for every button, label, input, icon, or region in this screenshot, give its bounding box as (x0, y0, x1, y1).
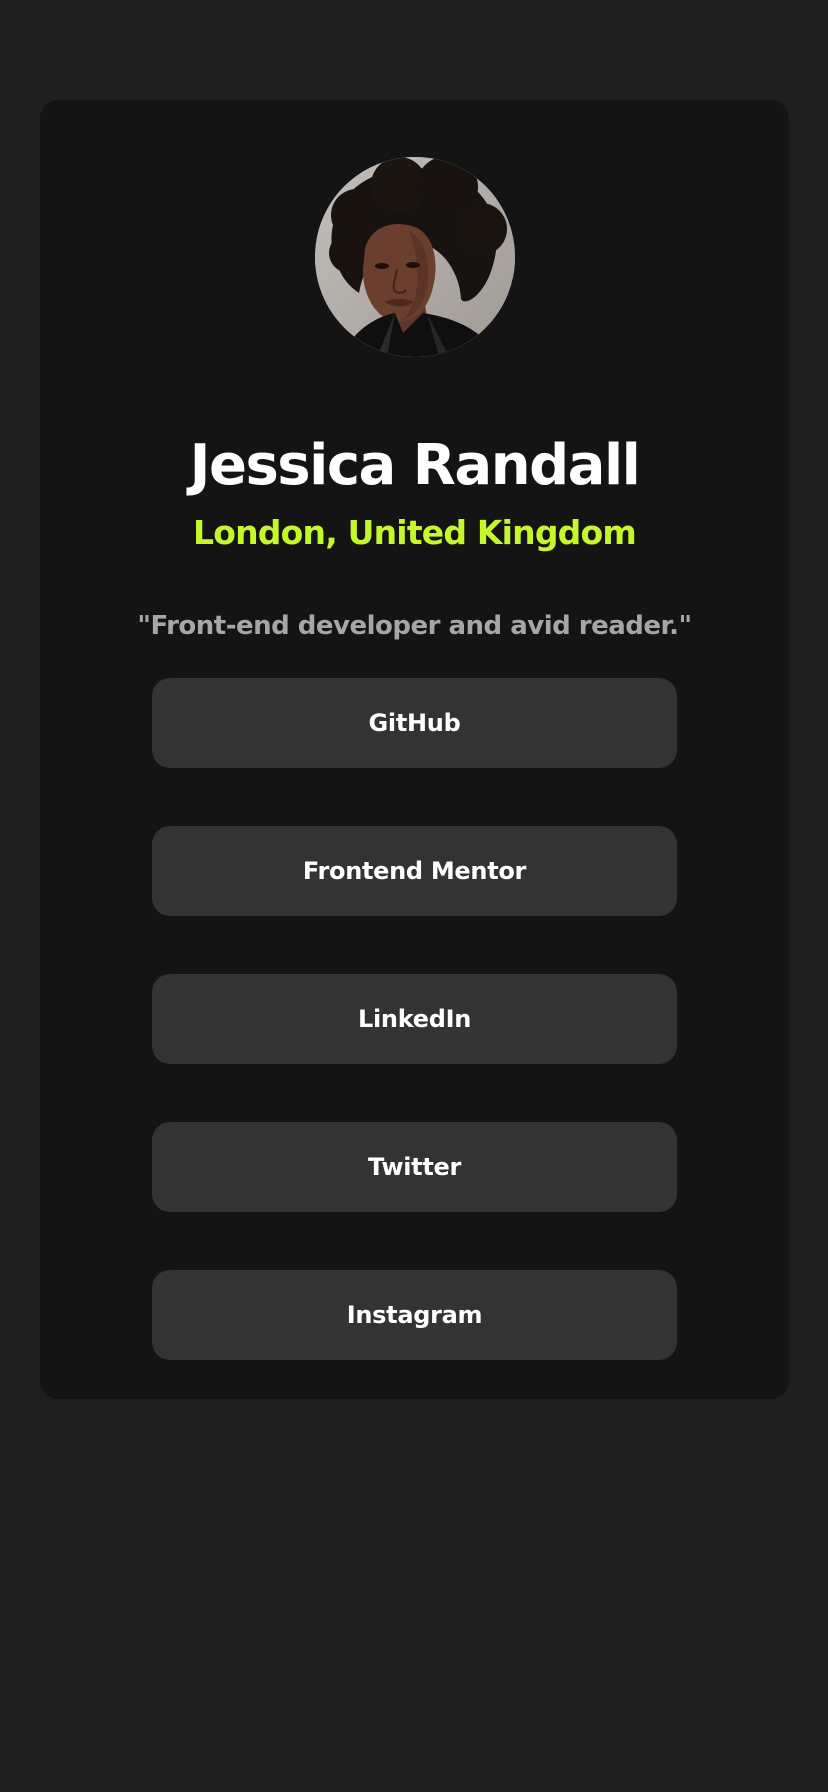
social-links: GitHub Frontend Mentor LinkedIn Twitter … (152, 678, 677, 1360)
person-portrait-icon (315, 157, 515, 357)
profile-card: Jessica Randall London, United Kingdom "… (40, 100, 789, 1399)
profile-bio: "Front-end developer and avid reader." (137, 611, 692, 641)
frontend-mentor-link-button[interactable]: Frontend Mentor (152, 826, 677, 916)
avatar (315, 157, 515, 357)
profile-name: Jessica Randall (189, 432, 641, 498)
github-link-button[interactable]: GitHub (152, 678, 677, 768)
linkedin-link-button[interactable]: LinkedIn (152, 974, 677, 1064)
twitter-link-button[interactable]: Twitter (152, 1122, 677, 1212)
instagram-link-button[interactable]: Instagram (152, 1270, 677, 1360)
profile-location: London, United Kingdom (193, 513, 637, 552)
